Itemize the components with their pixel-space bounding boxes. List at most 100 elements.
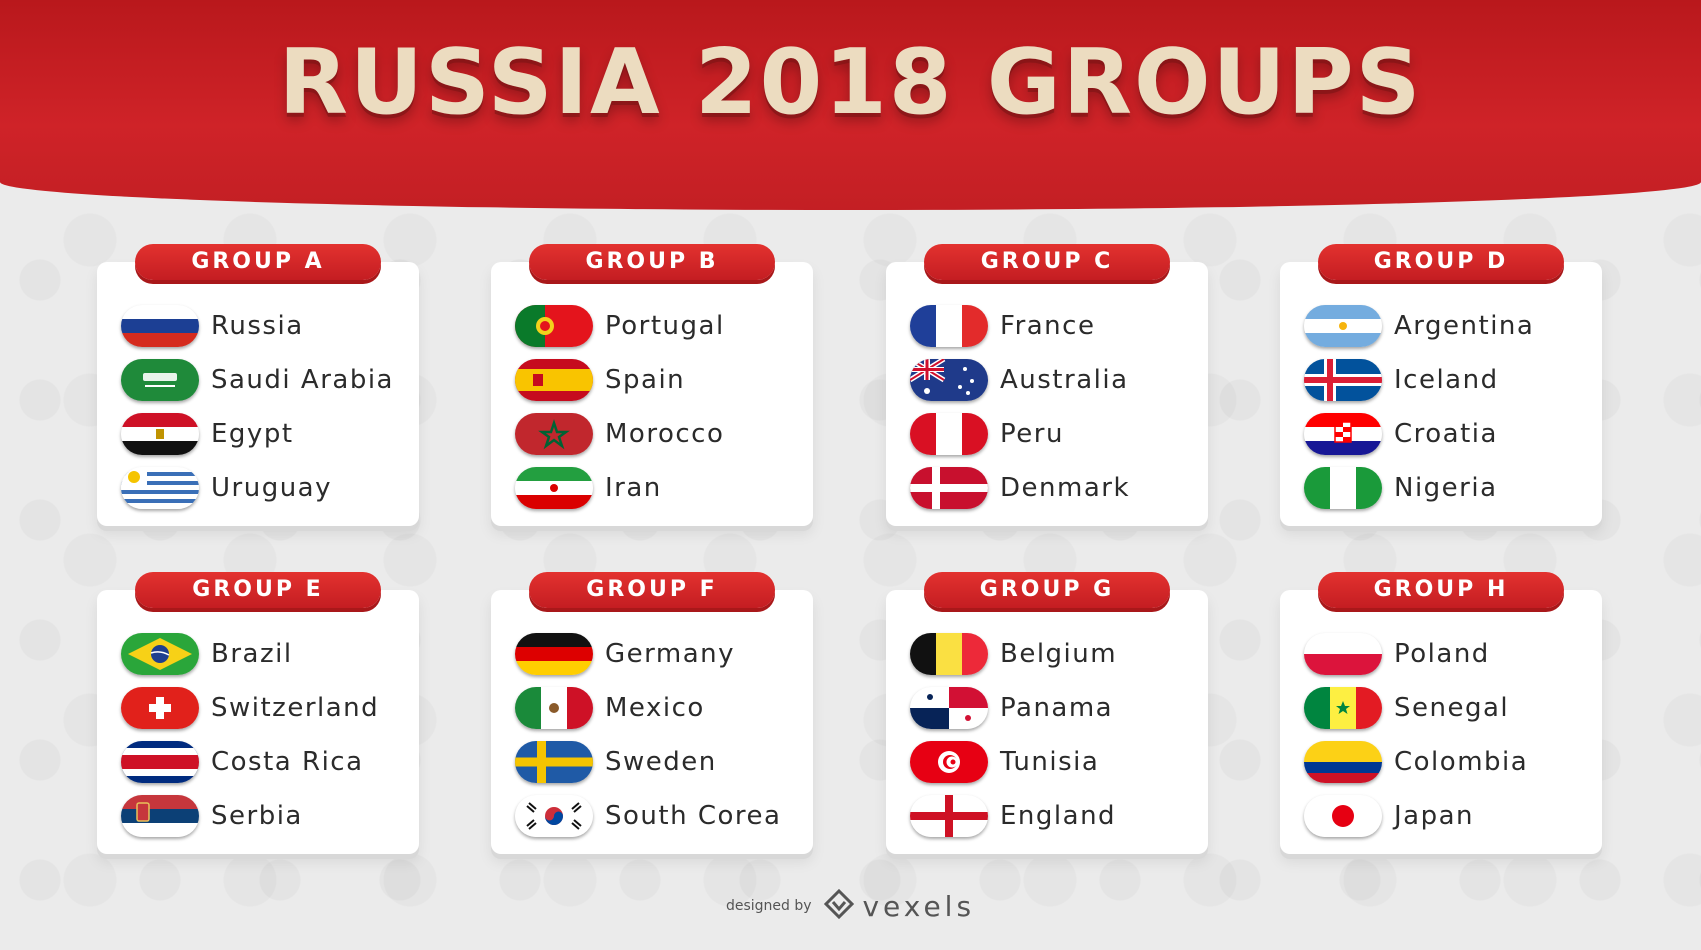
flag-australia-icon xyxy=(910,359,988,401)
flag-iceland-icon xyxy=(1304,359,1382,401)
team-name: Mexico xyxy=(605,693,705,723)
flag-spain-icon xyxy=(515,359,593,401)
team-row: Mexico xyxy=(515,686,705,730)
team-name: Peru xyxy=(1000,419,1064,449)
group-label: GROUP C xyxy=(924,244,1170,280)
team-row: Nigeria xyxy=(1304,466,1498,510)
group-card: GROUP G Belgium Panama Tunisia England xyxy=(886,572,1208,854)
flag-belgium-icon xyxy=(910,633,988,675)
flag-egypt-icon xyxy=(121,413,199,455)
team-name: Russia xyxy=(211,311,304,341)
team-row: Uruguay xyxy=(121,466,332,510)
team-name: Morocco xyxy=(605,419,725,449)
team-name: Spain xyxy=(605,365,686,395)
team-row: France xyxy=(910,304,1095,348)
team-name: Panama xyxy=(1000,693,1114,723)
header-banner: RUSSIA 2018 GROUPS xyxy=(0,0,1701,210)
team-name: Iran xyxy=(605,473,662,503)
team-name: Uruguay xyxy=(211,473,332,503)
credit-brand: vexels xyxy=(862,889,976,923)
team-name: Costa Rica xyxy=(211,747,364,777)
flag-mexico-icon xyxy=(515,687,593,729)
team-row: Peru xyxy=(910,412,1064,456)
team-row: Poland xyxy=(1304,632,1490,676)
team-name: Iceland xyxy=(1394,365,1499,395)
team-row: Colombia xyxy=(1304,740,1528,784)
team-name: England xyxy=(1000,801,1117,831)
team-row: Russia xyxy=(121,304,304,348)
team-name: Senegal xyxy=(1394,693,1510,723)
group-card: GROUP H Poland Senegal Colombia Japan xyxy=(1280,572,1602,854)
team-name: Saudi Arabia xyxy=(211,365,394,395)
group-card: GROUP E Brazil Switzerland Costa Rica Serbia xyxy=(97,572,419,854)
team-name: Belgium xyxy=(1000,639,1118,669)
team-row: Germany xyxy=(515,632,735,676)
team-name: Croatia xyxy=(1394,419,1498,449)
credit: designed by vexels xyxy=(0,888,1701,923)
flag-peru-icon xyxy=(910,413,988,455)
page-title: RUSSIA 2018 GROUPS xyxy=(278,30,1423,135)
flag-portugal-icon xyxy=(515,305,593,347)
team-name: Sweden xyxy=(605,747,717,777)
vexels-logo-icon xyxy=(823,888,855,923)
team-name: Switzerland xyxy=(211,693,380,723)
team-row: Serbia xyxy=(121,794,303,838)
team-row: Japan xyxy=(1304,794,1474,838)
team-name: Tunisia xyxy=(1000,747,1100,777)
team-name: Brazil xyxy=(211,639,293,669)
flag-england-icon xyxy=(910,795,988,837)
credit-prefix: designed by xyxy=(725,898,812,914)
flag-saudi-icon xyxy=(121,359,199,401)
team-row: Brazil xyxy=(121,632,293,676)
team-row: Switzerland xyxy=(121,686,379,730)
flag-colombia-icon xyxy=(1304,741,1382,783)
team-row: South Corea xyxy=(515,794,781,838)
flag-brazil-icon xyxy=(121,633,199,675)
group-card: GROUP B Portugal Spain Morocco Iran xyxy=(491,244,813,526)
group-label: GROUP G xyxy=(924,572,1170,608)
team-name: Nigeria xyxy=(1394,473,1498,503)
flag-switzerland-icon xyxy=(121,687,199,729)
team-row: Tunisia xyxy=(910,740,1099,784)
team-row: Iceland xyxy=(1304,358,1499,402)
team-name: Argentina xyxy=(1394,311,1535,341)
team-name: Germany xyxy=(605,639,736,669)
team-row: Argentina xyxy=(1304,304,1534,348)
group-label: GROUP D xyxy=(1318,244,1564,280)
group-card: GROUP F Germany Mexico Sweden South Corea xyxy=(491,572,813,854)
team-row: England xyxy=(910,794,1116,838)
flag-france-icon xyxy=(910,305,988,347)
group-label: GROUP A xyxy=(135,244,381,280)
team-name: Poland xyxy=(1394,639,1490,669)
team-name: Denmark xyxy=(1000,473,1131,503)
team-row: Iran xyxy=(515,466,662,510)
flag-croatia-icon xyxy=(1304,413,1382,455)
team-name: Portugal xyxy=(605,311,725,341)
group-label: GROUP H xyxy=(1318,572,1564,608)
team-row: Portugal xyxy=(515,304,725,348)
flag-nigeria-icon xyxy=(1304,467,1382,509)
group-label: GROUP B xyxy=(529,244,775,280)
team-row: Sweden xyxy=(515,740,717,784)
team-name: Japan xyxy=(1394,801,1475,831)
group-card: GROUP A Russia Saudi Arabia Egypt Uruguay xyxy=(97,244,419,526)
flag-iran-icon xyxy=(515,467,593,509)
team-row: Croatia xyxy=(1304,412,1498,456)
team-name: Colombia xyxy=(1394,747,1529,777)
flag-denmark-icon xyxy=(910,467,988,509)
team-row: Senegal xyxy=(1304,686,1509,730)
group-label: GROUP E xyxy=(135,572,381,608)
team-row: Denmark xyxy=(910,466,1130,510)
flag-sweden-icon xyxy=(515,741,593,783)
team-row: Saudi Arabia xyxy=(121,358,394,402)
team-name: Serbia xyxy=(211,801,303,831)
flag-russia-icon xyxy=(121,305,199,347)
flag-southkorea-icon xyxy=(515,795,593,837)
flag-tunisia-icon xyxy=(910,741,988,783)
group-card: GROUP D Argentina Iceland Croatia Nigeria xyxy=(1280,244,1602,526)
group-card: GROUP C France Australia Peru Denmark xyxy=(886,244,1208,526)
team-row: Morocco xyxy=(515,412,724,456)
team-name: Egypt xyxy=(211,419,294,449)
team-row: Egypt xyxy=(121,412,294,456)
flag-panama-icon xyxy=(910,687,988,729)
